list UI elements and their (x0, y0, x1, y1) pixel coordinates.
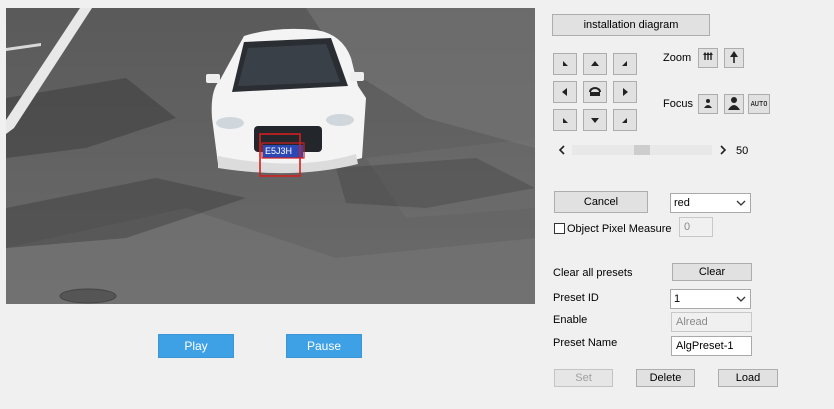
speed-value: 50 (736, 145, 749, 157)
chevron-down-icon (736, 200, 746, 206)
set-button[interactable]: Set (554, 369, 613, 387)
arrow-down-icon (591, 118, 599, 123)
zoom-wide-icon (703, 52, 713, 60)
slider-left-arrow[interactable] (558, 143, 566, 157)
video-preview: E5J3H (6, 8, 535, 304)
zoom-tele-icon (730, 51, 738, 63)
color-select[interactable]: red (670, 193, 751, 213)
pan-up-right-button[interactable] (613, 53, 637, 75)
speed-slider[interactable] (572, 145, 712, 155)
tilt-up-button[interactable] (583, 53, 607, 75)
arrow-up-right-icon (622, 61, 627, 66)
enable-field[interactable]: Alread (671, 312, 752, 332)
pan-up-left-button[interactable] (553, 53, 577, 75)
zoom-out-button[interactable] (698, 48, 718, 68)
preset-name-label: Preset Name (553, 337, 618, 349)
pixel-measure-checkbox[interactable] (554, 223, 565, 234)
preset-name-input[interactable]: AlgPreset-1 (671, 336, 752, 356)
chevron-right-icon (720, 145, 727, 155)
play-button[interactable]: Play (158, 334, 234, 358)
rotate-icon (589, 87, 601, 96)
tilt-down-button[interactable] (583, 109, 607, 131)
arrow-down-right-icon (622, 118, 627, 123)
pixel-measure-field[interactable]: 0 (679, 217, 713, 237)
preset-id-label: Preset ID (553, 292, 599, 304)
chevron-left-icon (558, 145, 565, 155)
arrow-up-left-icon (563, 61, 568, 66)
person-large-icon (728, 97, 740, 110)
installation-diagram-button[interactable]: installation diagram (552, 14, 710, 36)
plate-text: E5J3H (265, 146, 292, 156)
pan-left-button[interactable] (553, 81, 577, 103)
focus-near-button[interactable] (698, 94, 718, 114)
slider-right-arrow[interactable] (719, 143, 727, 157)
preset-id-value: 1 (674, 293, 681, 305)
pan-down-right-button[interactable] (613, 109, 637, 131)
focus-label: Focus (663, 98, 693, 110)
arrow-right-icon (623, 88, 628, 96)
slider-thumb[interactable] (634, 145, 650, 155)
preset-id-select[interactable]: 1 (670, 289, 751, 309)
arrow-down-left-icon (563, 118, 568, 123)
enable-label: Enable (553, 314, 588, 326)
zoom-in-button[interactable] (724, 48, 744, 68)
pan-right-button[interactable] (613, 81, 637, 103)
pan-down-left-button[interactable] (553, 109, 577, 131)
focus-far-button[interactable] (724, 94, 744, 114)
cancel-button[interactable]: Cancel (554, 191, 648, 213)
color-select-value: red (674, 197, 690, 209)
chevron-down-icon (736, 296, 746, 302)
arrow-up-icon (591, 61, 599, 66)
ptz-home-button[interactable] (583, 81, 607, 103)
auto-focus-button[interactable]: AUTO (748, 94, 770, 114)
zoom-label: Zoom (663, 52, 692, 64)
pixel-measure-label: Object Pixel Measure (567, 223, 672, 235)
person-small-icon (704, 99, 712, 108)
pause-button[interactable]: Pause (286, 334, 362, 358)
clear-button[interactable]: Clear (672, 263, 752, 281)
load-button[interactable]: Load (718, 369, 778, 387)
delete-button[interactable]: Delete (636, 369, 695, 387)
arrow-left-icon (562, 88, 567, 96)
clear-all-presets-label: Clear all presets (553, 267, 633, 279)
